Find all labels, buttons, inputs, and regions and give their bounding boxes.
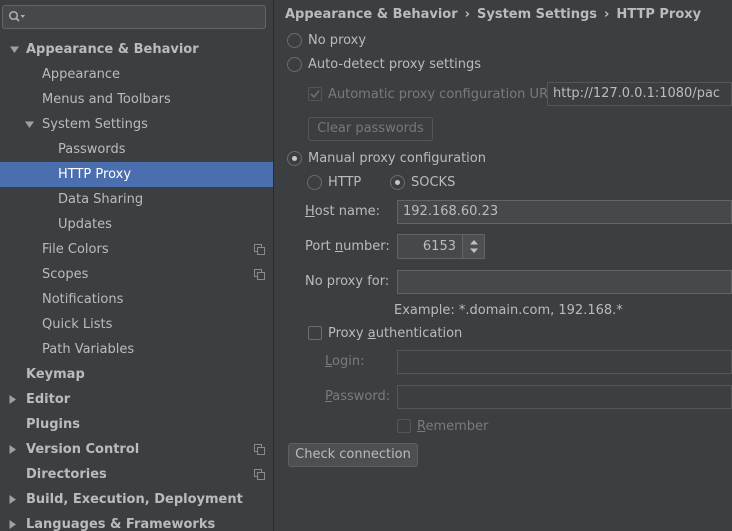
sidebar-item-path-variables[interactable]: Path Variables: [0, 337, 273, 362]
project-level-icon: [254, 244, 265, 255]
sidebar-item-http-proxy[interactable]: HTTP Proxy: [0, 162, 273, 187]
socks-label[interactable]: SOCKS: [411, 174, 455, 192]
sidebar-item-label: Appearance: [42, 67, 121, 82]
sidebar-item-notifications[interactable]: Notifications: [0, 287, 273, 312]
sidebar-item-label: Keymap: [26, 367, 85, 382]
host-name-field[interactable]: 192.168.60.23: [397, 200, 732, 224]
auto-detect-label[interactable]: Auto-detect proxy settings: [308, 56, 481, 74]
sidebar-item-label: Path Variables: [42, 342, 135, 357]
sidebar-item-editor[interactable]: Editor: [0, 387, 273, 412]
sidebar-item-updates[interactable]: Updates: [0, 212, 273, 237]
settings-tree: Appearance & Behavior Appearance Menus a…: [0, 37, 273, 531]
proxy-authentication-label[interactable]: Proxy authentication: [328, 325, 462, 343]
clear-passwords-button[interactable]: Clear passwords: [308, 117, 433, 141]
no-proxy-for-field[interactable]: [397, 270, 732, 294]
http-label[interactable]: HTTP: [328, 174, 361, 192]
port-number-stepper[interactable]: 6153: [397, 234, 485, 259]
sidebar-item-label: File Colors: [42, 242, 109, 257]
sidebar-item-data-sharing[interactable]: Data Sharing: [0, 187, 273, 212]
checkmark-icon: [310, 90, 320, 99]
project-level-icon: [254, 269, 265, 280]
sidebar-item-label: HTTP Proxy: [58, 167, 132, 182]
port-number-value[interactable]: 6153: [423, 235, 456, 258]
breadcrumb-item[interactable]: Appearance & Behavior: [285, 7, 458, 22]
sidebar-item-label: Data Sharing: [58, 192, 144, 207]
chevron-down-icon[interactable]: [23, 112, 35, 137]
sidebar-item-directories[interactable]: Directories: [0, 462, 273, 487]
sidebar-item-label: Quick Lists: [42, 317, 113, 332]
sidebar-item-label: Passwords: [58, 142, 126, 157]
breadcrumb-item[interactable]: System Settings: [477, 7, 597, 22]
auto-config-url-checkbox[interactable]: [308, 87, 322, 101]
sidebar-item-build[interactable]: Build, Execution, Deployment: [0, 487, 273, 512]
sidebar-item-scopes[interactable]: Scopes: [0, 262, 273, 287]
sidebar-item-label: Directories: [26, 467, 107, 482]
sidebar-item-label: Languages & Frameworks: [26, 517, 216, 531]
sidebar-item-appearance-behavior[interactable]: Appearance & Behavior: [0, 37, 273, 62]
no-proxy-for-label: No proxy for:: [305, 274, 390, 289]
remember-checkbox[interactable]: [397, 419, 411, 433]
sidebar-item-passwords[interactable]: Passwords: [0, 137, 273, 162]
chevron-down-icon[interactable]: [8, 37, 20, 62]
auto-detect-radio[interactable]: [287, 57, 302, 72]
sidebar-item-file-colors[interactable]: File Colors: [0, 237, 273, 262]
sidebar-item-keymap[interactable]: Keymap: [0, 362, 273, 387]
http-radio[interactable]: [307, 175, 322, 190]
password-label: Password:: [325, 389, 391, 404]
port-number-label: Port number:: [305, 239, 390, 254]
sidebar-item-plugins[interactable]: Plugins: [0, 412, 273, 437]
stepper-arrows[interactable]: [462, 235, 484, 258]
sidebar-item-menus-toolbars[interactable]: Menus and Toolbars: [0, 87, 273, 112]
chevron-right-icon[interactable]: [6, 387, 18, 412]
breadcrumb-separator: ›: [464, 7, 470, 22]
sidebar-item-version-control[interactable]: Version Control: [0, 437, 273, 462]
no-proxy-radio[interactable]: [287, 33, 302, 48]
login-label: Login:: [325, 354, 365, 369]
breadcrumb-item-current: HTTP Proxy: [616, 7, 702, 22]
up-down-arrows-icon[interactable]: [463, 235, 485, 258]
sidebar-item-label: Appearance & Behavior: [26, 42, 199, 57]
socks-radio[interactable]: [390, 175, 405, 190]
search-input[interactable]: [2, 5, 266, 29]
sidebar-item-label: Scopes: [42, 267, 89, 282]
chevron-right-icon[interactable]: [6, 437, 18, 462]
settings-sidebar: Appearance & Behavior Appearance Menus a…: [0, 0, 274, 531]
sidebar-item-label: Plugins: [26, 417, 80, 432]
auto-config-url-label: Automatic proxy configuration URL:: [328, 87, 560, 102]
manual-proxy-radio[interactable]: [287, 151, 302, 166]
settings-content: Appearance & Behavior › System Settings › HT…: [275, 0, 732, 531]
password-field[interactable]: [397, 385, 732, 409]
sidebar-item-label: Version Control: [26, 442, 140, 457]
no-proxy-example-hint: Example: *.domain.com, 192.168.*: [394, 303, 623, 318]
check-connection-button[interactable]: Check connection: [288, 443, 418, 467]
search-icon[interactable]: [8, 10, 26, 24]
sidebar-item-label: Editor: [26, 392, 71, 407]
manual-proxy-label[interactable]: Manual proxy configuration: [308, 150, 486, 168]
proxy-authentication-checkbox[interactable]: [308, 326, 322, 340]
login-field[interactable]: [397, 350, 732, 374]
host-name-label: Host name:: [305, 204, 380, 219]
sidebar-item-appearance[interactable]: Appearance: [0, 62, 273, 87]
sidebar-item-label: Menus and Toolbars: [42, 92, 171, 107]
breadcrumb-separator: ›: [604, 7, 610, 22]
chevron-right-icon[interactable]: [6, 512, 18, 531]
sidebar-item-label: Build, Execution, Deployment: [26, 492, 243, 507]
no-proxy-label[interactable]: No proxy: [308, 32, 366, 50]
sidebar-item-quick-lists[interactable]: Quick Lists: [0, 312, 273, 337]
sidebar-item-label: Notifications: [42, 292, 124, 307]
auto-config-url-field[interactable]: http://127.0.0.1:1080/pac: [547, 82, 732, 106]
breadcrumb: Appearance & Behavior › System Settings › HT…: [285, 5, 701, 25]
remember-label: Remember: [417, 419, 489, 434]
project-level-icon: [254, 469, 265, 480]
chevron-right-icon[interactable]: [6, 487, 18, 512]
sidebar-item-label: Updates: [58, 217, 112, 232]
sidebar-item-label: System Settings: [42, 117, 148, 132]
sidebar-item-languages[interactable]: Languages & Frameworks: [0, 512, 273, 531]
project-level-icon: [254, 444, 265, 455]
sidebar-item-system-settings[interactable]: System Settings: [0, 112, 273, 137]
